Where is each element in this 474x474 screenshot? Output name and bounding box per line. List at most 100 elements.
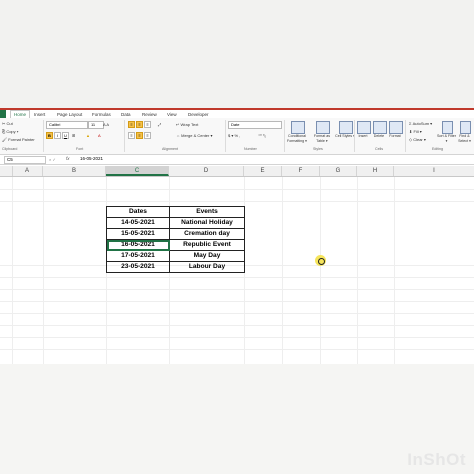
column-headers: A B C D E F G H I [0,166,474,177]
autosum-button[interactable]: Σ AutoSum ▾ [409,121,432,126]
worksheet-grid[interactable]: Dates Events 14-05-2021 National Holiday… [0,177,474,364]
cell-event[interactable]: Republic Event [169,239,245,251]
table-row: 15-05-2021 Cremation day [106,228,245,240]
header-dates[interactable]: Dates [106,206,170,218]
cell-date[interactable]: 17-05-2021 [106,250,170,262]
inshot-watermark: InShOt [407,450,466,469]
column-header-c[interactable]: C [106,166,169,176]
gridline [0,337,474,338]
delete-cells-icon[interactable] [373,121,387,134]
cell-styles-icon[interactable] [339,121,353,134]
clear-button[interactable]: ◇ Clear ▾ [409,137,426,142]
cell-date-selected[interactable]: 16-05-2021 [106,239,170,251]
gridline [282,177,283,364]
column-header-f[interactable]: F [282,166,320,176]
align-middle-button[interactable]: ≡ [136,121,143,128]
borders-icon[interactable]: ⊞ [72,133,75,138]
gridline [320,177,321,364]
table-row: 23-05-2021 Labour Day [106,261,245,273]
cell-date[interactable]: 23-05-2021 [106,261,170,273]
gridline [0,289,474,290]
column-header-d[interactable]: D [169,166,244,176]
align-right-button[interactable]: ≡ [144,132,151,139]
format-painter-button[interactable]: 🖌 Format Painter [2,137,35,142]
gridline [394,177,395,364]
sort-filter-button[interactable]: Sort & Filter ▾ [437,134,456,143]
formula-buttons-icon[interactable]: × ✓ [49,157,56,162]
bold-button[interactable]: B [46,132,53,139]
merge-center-button[interactable]: ⇔ Merge & Center ▾ [176,133,212,138]
divider [284,120,285,152]
fill-color-icon[interactable]: ▲ [86,133,90,138]
align-left-button[interactable]: ≡ [128,132,135,139]
find-select-button[interactable]: Find & Select ▾ [455,134,474,143]
currency-icon[interactable]: $ ▾ % , [228,133,240,138]
video-frame-bottom [0,364,474,474]
find-select-icon[interactable] [460,121,471,134]
gridline [0,313,474,314]
column-header-e[interactable]: E [244,166,282,176]
alignment-group-label: Alignment [162,147,178,151]
format-cells-icon[interactable] [389,121,403,134]
conditional-formatting-icon[interactable] [291,121,305,134]
gridline [0,301,474,302]
column-header-h[interactable]: H [357,166,394,176]
gridline [0,189,474,190]
table-header-row: Dates Events [106,206,245,218]
excel-window: Home Insert Page Layout Formulas Data Re… [0,108,474,364]
fill-button[interactable]: ⬇ Fill ▾ [409,129,422,134]
font-size-select[interactable]: 11 [88,121,104,129]
gridline [12,177,13,364]
ribbon-home: ✂ Cut ⎘ Copy ▾ 🖌 Format Painter Clipboar… [0,118,474,155]
align-bottom-button[interactable]: ≡ [144,121,151,128]
cell-event[interactable]: Labour Day [169,261,245,273]
styles-group-label: Styles [313,147,323,151]
gridline [0,349,474,350]
editing-group-label: Editing [432,147,443,151]
insert-cells-icon[interactable] [357,121,371,134]
decimal-icon[interactable]: ⁺⁰ ⁰₀ [258,133,266,138]
font-name-select[interactable]: Calibri [46,121,88,129]
cell-event[interactable]: Cremation day [169,228,245,240]
copy-button[interactable]: ⎘ Copy ▾ [2,129,18,134]
sort-filter-icon[interactable] [442,121,453,134]
column-header-i[interactable]: I [394,166,474,176]
cell-date[interactable]: 14-05-2021 [106,217,170,229]
gridline [0,325,474,326]
video-frame-top [0,0,474,108]
column-header-g[interactable]: G [320,166,357,176]
cut-button[interactable]: ✂ Cut [2,121,13,126]
header-events[interactable]: Events [169,206,245,218]
align-center-button[interactable]: ≡ [136,132,143,139]
conditional-formatting-button[interactable]: Conditional Formatting ▾ [286,134,308,143]
format-as-table-button[interactable]: Format as Table ▾ [311,134,333,143]
mouse-cursor-icon [318,258,325,265]
formula-bar: C5 × ✓ fx 16-05-2021 [0,155,474,165]
grow-font-icon[interactable]: A A [103,122,109,127]
cell-date[interactable]: 15-05-2021 [106,228,170,240]
fx-icon[interactable]: fx [66,156,70,162]
table-row: 17-05-2021 May Day [106,250,245,262]
column-header-b[interactable]: B [43,166,106,176]
format-cells-button[interactable]: Format [384,134,406,139]
format-as-table-icon[interactable] [316,121,330,134]
cell-event[interactable]: National Holiday [169,217,245,229]
underline-button[interactable]: U [62,132,69,139]
clipboard-group-label: Clipboard [2,147,18,151]
column-header-a[interactable]: A [12,166,43,176]
font-color-icon[interactable]: A [98,133,101,138]
divider [225,120,226,152]
cell-event[interactable]: May Day [169,250,245,262]
gridline [0,201,474,202]
align-top-button[interactable]: ≡ [128,121,135,128]
number-format-select[interactable]: Date [228,121,282,129]
divider [43,120,44,152]
font-group-label: Font [76,147,84,151]
formula-input[interactable]: 16-05-2021 [80,156,103,162]
cut-label: Cut [6,121,13,126]
wrap-text-button[interactable]: ↵ Wrap Text [176,122,198,127]
orientation-icon[interactable]: ⤢ [158,122,161,127]
name-box[interactable]: C5 [4,156,46,164]
number-group-label: Number [244,147,257,151]
italic-button[interactable]: I [54,132,61,139]
